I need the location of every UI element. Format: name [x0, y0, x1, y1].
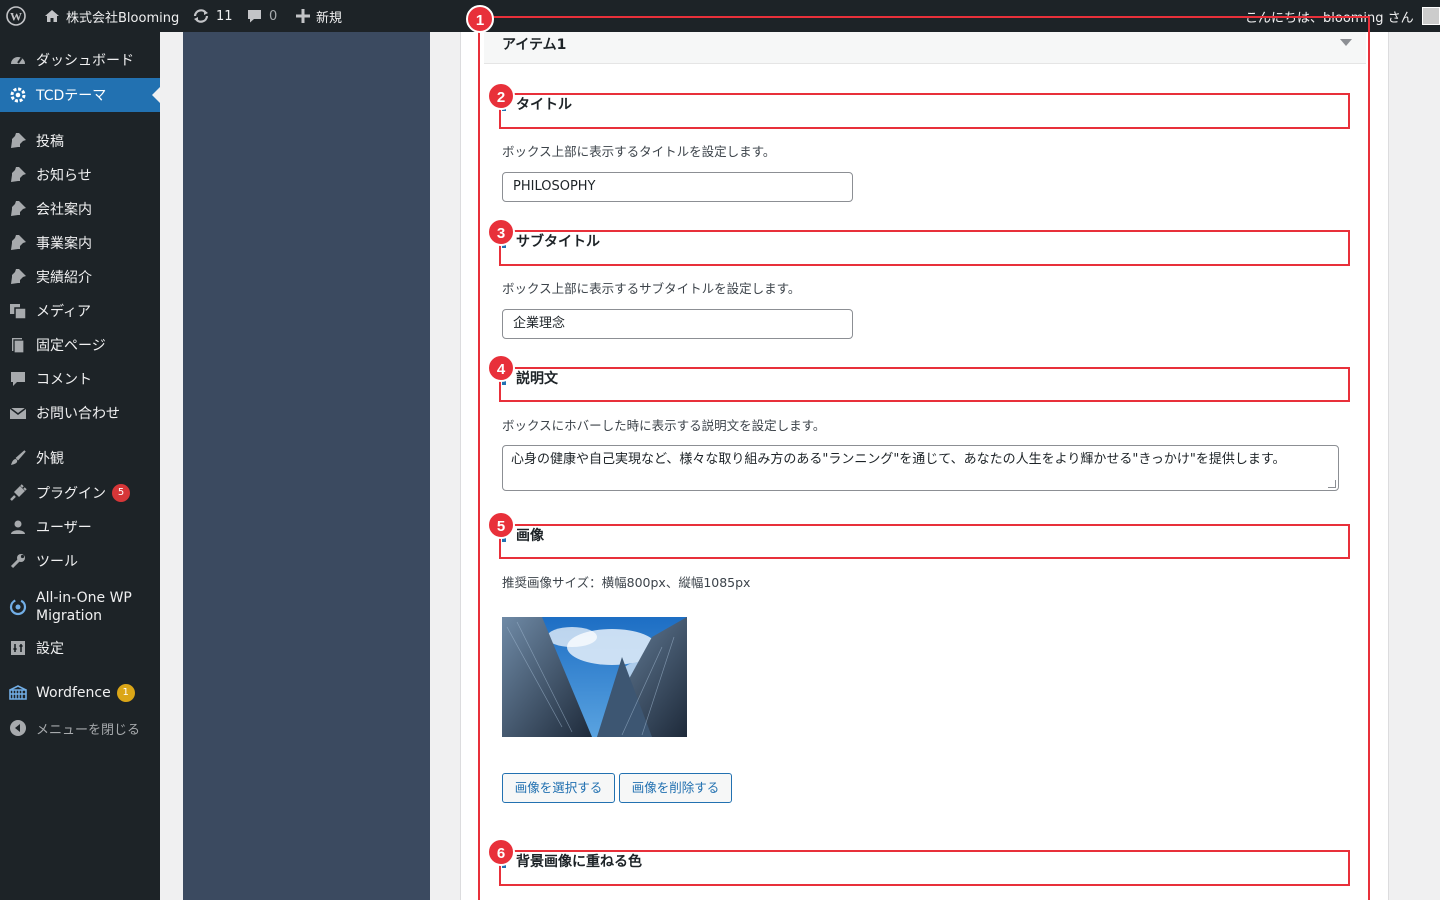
collapse-icon: [9, 719, 27, 737]
menu-tcd-theme[interactable]: TCDテーマ: [0, 78, 160, 112]
refresh-icon: [192, 8, 210, 24]
menu-works[interactable]: 実績紹介: [0, 260, 160, 294]
annotation-number-6: 6: [487, 838, 515, 866]
page-icon: [9, 336, 27, 354]
menu-label: 投稿: [36, 134, 64, 150]
menu-label: Wordfence: [36, 685, 111, 701]
menu-label: All-in-One WP Migration: [36, 590, 132, 624]
pin-icon: [9, 166, 27, 184]
menu-label: お問い合わせ: [36, 406, 120, 422]
settings-icon: [9, 639, 27, 657]
comment-bubble-icon: [246, 8, 263, 24]
menu-label: 会社案内: [36, 202, 92, 218]
annotation-box-4: [499, 367, 1350, 402]
menu-wordfence[interactable]: Wordfence 1: [0, 676, 160, 710]
annotation-number-5: 5: [487, 511, 515, 539]
menu-users[interactable]: ユーザー: [0, 510, 160, 544]
menu-label: プラグイン: [36, 486, 106, 502]
dashboard-icon: [9, 51, 27, 69]
plugin-icon: [9, 484, 27, 502]
menu-all-in-one-wp-migration[interactable]: All-in-One WP Migration: [0, 584, 160, 630]
plugins-update-badge: 5: [112, 484, 130, 502]
comments-count: 0: [269, 8, 278, 24]
pin-icon: [9, 234, 27, 252]
menu-label: TCDテーマ: [36, 88, 107, 104]
media-icon: [9, 302, 27, 320]
mail-icon: [9, 404, 27, 422]
menu-news[interactable]: お知らせ: [0, 158, 160, 192]
menu-label: コメント: [36, 372, 92, 388]
avatar: [1421, 7, 1440, 25]
updates-link[interactable]: 11: [192, 0, 233, 32]
menu-appearance[interactable]: 外観: [0, 441, 160, 475]
menu-collapse[interactable]: メニューを閉じる: [0, 711, 160, 745]
menu-contact[interactable]: お問い合わせ: [0, 396, 160, 430]
pin-icon: [9, 132, 27, 150]
annotation-box-6: [499, 850, 1350, 886]
wordfence-icon: [9, 684, 27, 702]
annotation-box-3: [499, 230, 1350, 266]
new-content-link[interactable]: 新規: [296, 0, 342, 32]
new-label: 新規: [316, 10, 343, 26]
menu-label: ツール: [36, 554, 78, 570]
menu-label: 設定: [36, 641, 64, 657]
migration-icon: [9, 598, 27, 616]
gear-icon: [9, 86, 27, 104]
brush-icon: [9, 449, 27, 467]
menu-label: メディア: [36, 304, 92, 320]
menu-label: 事業案内: [36, 236, 92, 252]
annotation-box-5: [499, 524, 1350, 559]
site-name: 株式会社Blooming: [66, 10, 180, 26]
menu-label: 外観: [36, 451, 64, 467]
menu-label: 実績紹介: [36, 270, 92, 286]
menu-comments[interactable]: コメント: [0, 362, 160, 396]
annotation-box-1: [478, 16, 1370, 900]
menu-label: ダッシュボード: [36, 53, 134, 69]
menu-label: お知らせ: [36, 168, 92, 184]
annotation-box-2: [499, 93, 1350, 129]
updates-count: 11: [216, 8, 233, 24]
pin-icon: [9, 268, 27, 286]
menu-business[interactable]: 事業案内: [0, 226, 160, 260]
theme-options-nav-panel: [183, 32, 430, 900]
site-name-link[interactable]: 株式会社Blooming: [44, 0, 179, 32]
menu-tools[interactable]: ツール: [0, 544, 160, 578]
menu-label: メニューを閉じる: [36, 722, 141, 738]
menu-posts[interactable]: 投稿: [0, 124, 160, 158]
svg-text:W: W: [10, 10, 22, 24]
home-icon: [44, 8, 60, 24]
annotation-number-4: 4: [487, 354, 515, 382]
menu-plugins[interactable]: プラグイン 5: [0, 476, 160, 510]
user-icon: [9, 518, 27, 536]
wordpress-logo-icon[interactable]: W: [6, 0, 26, 32]
plus-icon: [296, 9, 310, 23]
menu-dashboard[interactable]: ダッシュボード: [0, 43, 160, 77]
wordfence-badge: 1: [116, 684, 135, 702]
menu-settings[interactable]: 設定: [0, 631, 160, 665]
comment-icon: [9, 370, 27, 388]
right-gutter: [1420, 32, 1440, 900]
annotation-number-3: 3: [487, 218, 515, 246]
pin-icon: [9, 200, 27, 218]
annotation-number-1: 1: [466, 5, 494, 33]
wrench-icon: [9, 552, 27, 570]
menu-media[interactable]: メディア: [0, 294, 160, 328]
comments-link[interactable]: 0: [246, 0, 277, 32]
annotation-number-2: 2: [487, 82, 515, 110]
menu-company[interactable]: 会社案内: [0, 192, 160, 226]
menu-label: ユーザー: [36, 520, 92, 536]
menu-label: 固定ページ: [36, 338, 106, 354]
menu-pages[interactable]: 固定ページ: [0, 328, 160, 362]
